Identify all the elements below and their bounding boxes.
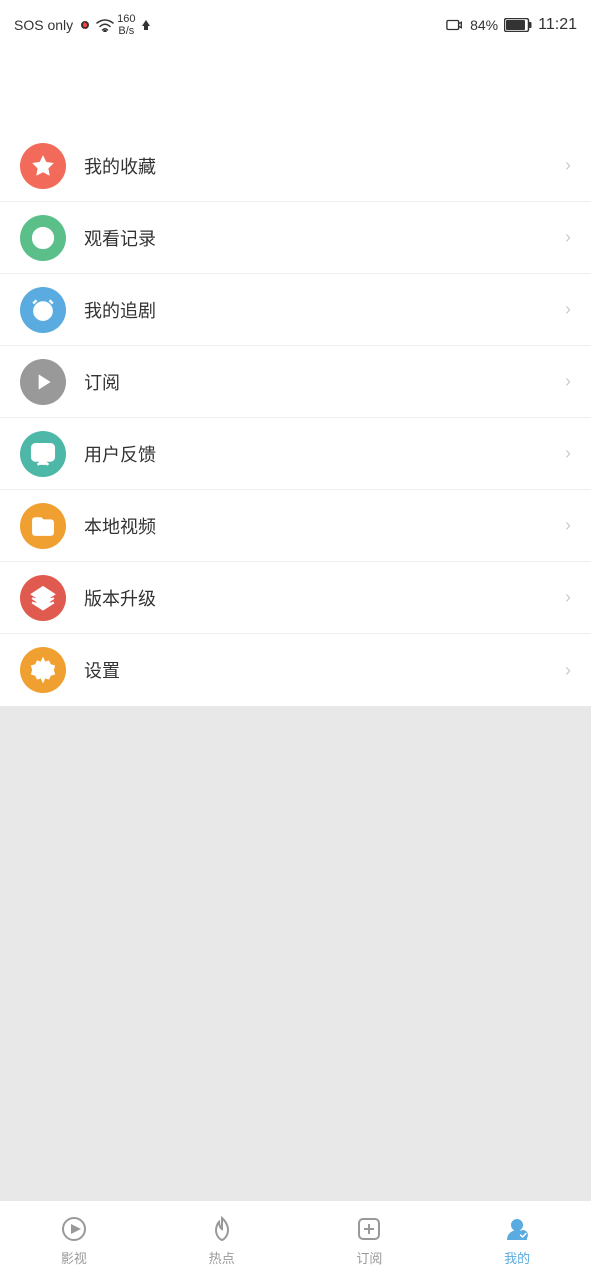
chat-icon — [30, 441, 56, 467]
hot-icon — [207, 1214, 237, 1244]
play-icon — [30, 369, 56, 395]
time-text: 11:21 — [538, 16, 577, 34]
mine-icon — [502, 1214, 532, 1244]
battery-percent: 84% — [470, 17, 498, 33]
nav-item-subscribe[interactable]: 订阅 — [296, 1214, 444, 1267]
local-icon-bg — [20, 503, 66, 549]
settings-icon-bg — [20, 647, 66, 693]
gray-area — [0, 706, 591, 1200]
update-icon-bg — [20, 575, 66, 621]
upload-icon — [139, 18, 153, 32]
nav-item-hot[interactable]: 热点 — [148, 1214, 296, 1267]
speed-text: 160B/s — [117, 13, 135, 37]
battery-icon — [504, 18, 532, 32]
menu-item-settings[interactable]: 设置 › — [0, 634, 591, 706]
settings-chevron: › — [565, 660, 571, 681]
subscribe-nav-label: 订阅 — [356, 1248, 382, 1267]
sos-text: SOS only — [14, 17, 73, 33]
menu-item-update[interactable]: 版本升级 › — [0, 562, 591, 634]
local-chevron: › — [565, 515, 571, 536]
wifi-icon — [96, 18, 114, 32]
menu-item-favorites[interactable]: 我的收藏 › — [0, 130, 591, 202]
update-label: 版本升级 — [84, 585, 565, 611]
feedback-icon-bg — [20, 431, 66, 477]
subscribe-icon-bg — [20, 359, 66, 405]
gear-icon — [30, 657, 56, 683]
movies-label: 影视 — [61, 1248, 87, 1267]
svg-text:!: ! — [83, 21, 86, 32]
favorites-chevron: › — [565, 155, 571, 176]
history-icon-bg — [20, 215, 66, 261]
status-right: 84% 11:21 — [446, 16, 577, 34]
menu-item-history[interactable]: 观看记录 › — [0, 202, 591, 274]
bottom-nav: 影视 热点 订阅 我的 — [0, 1200, 591, 1280]
header-spacer — [0, 50, 591, 130]
clock-icon — [30, 225, 56, 251]
favorites-label: 我的收藏 — [84, 153, 565, 179]
nav-item-movies[interactable]: 影视 — [0, 1214, 148, 1267]
folder-icon — [30, 513, 56, 539]
star-icon — [30, 153, 56, 179]
subscribe-label: 订阅 — [84, 369, 565, 395]
status-left: SOS only ! 160B/s — [14, 13, 153, 37]
menu-item-series[interactable]: 我的追剧 › — [0, 274, 591, 346]
status-icons: ! 160B/s — [77, 13, 152, 37]
phone-icon — [446, 18, 464, 32]
subscribe-chevron: › — [565, 371, 571, 392]
history-chevron: › — [565, 227, 571, 248]
menu-list: 我的收藏 › 观看记录 › 我的追剧 › — [0, 130, 591, 706]
signal-icon: ! — [77, 17, 93, 33]
layers-icon — [30, 585, 56, 611]
series-icon-bg — [20, 287, 66, 333]
hot-label: 热点 — [209, 1248, 235, 1267]
menu-item-subscribe[interactable]: 订阅 › — [0, 346, 591, 418]
menu-item-feedback[interactable]: 用户反馈 › — [0, 418, 591, 490]
menu-item-local[interactable]: 本地视频 › — [0, 490, 591, 562]
series-label: 我的追剧 — [84, 297, 565, 323]
series-chevron: › — [565, 299, 571, 320]
nav-item-mine[interactable]: 我的 — [443, 1214, 591, 1267]
history-label: 观看记录 — [84, 225, 565, 251]
local-label: 本地视频 — [84, 513, 565, 539]
settings-label: 设置 — [84, 657, 565, 683]
feedback-label: 用户反馈 — [84, 441, 565, 467]
movies-icon — [59, 1214, 89, 1244]
alarm-icon — [30, 297, 56, 323]
status-bar: SOS only ! 160B/s 84% — [0, 0, 591, 50]
subscribe-nav-icon — [354, 1214, 384, 1244]
update-chevron: › — [565, 587, 571, 608]
favorites-icon-bg — [20, 143, 66, 189]
mine-label: 我的 — [504, 1248, 530, 1267]
feedback-chevron: › — [565, 443, 571, 464]
